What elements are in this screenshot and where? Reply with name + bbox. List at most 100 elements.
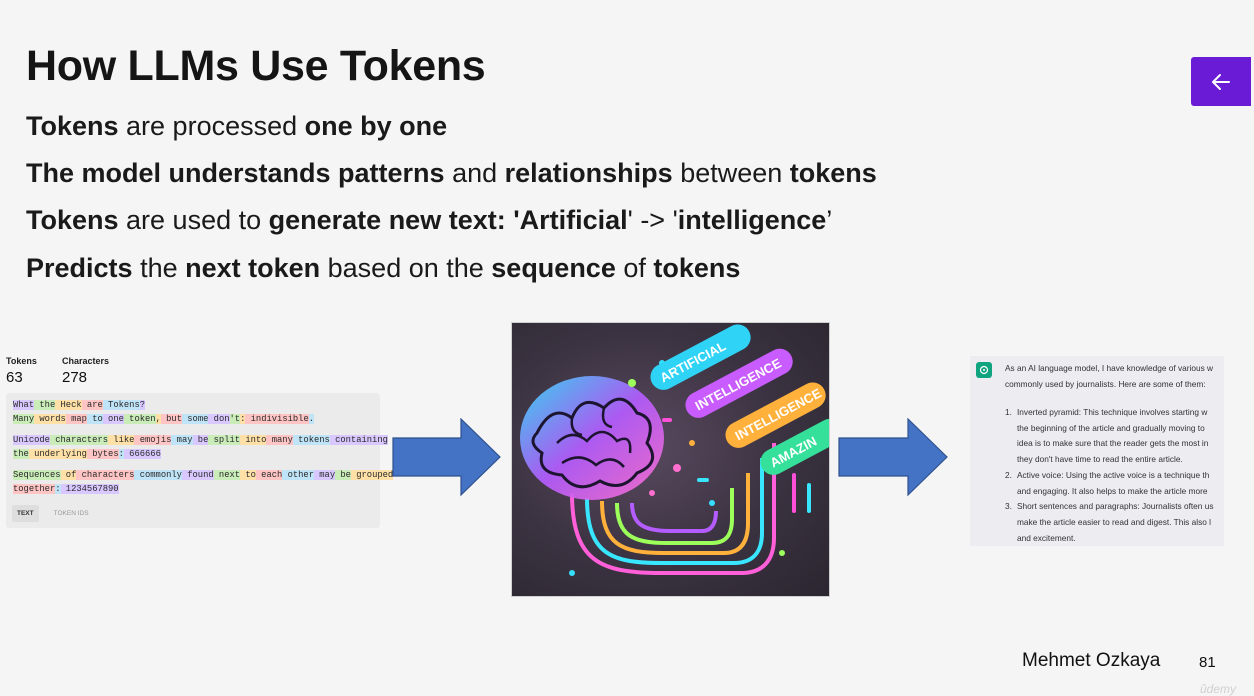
tokenized-text: What the Heck are Tokens? Many words map … [13,399,394,497]
page-number: 81 [1199,654,1216,671]
token: the [13,448,29,459]
back-button[interactable] [1191,57,1251,106]
token-line [13,461,373,469]
tokens-count: 63 [6,369,23,386]
bullet-segment: ' -> ' [627,205,678,235]
token: Unicode [13,435,50,445]
token: 't [229,413,241,424]
token: tokens [292,435,330,445]
token: next [213,470,241,480]
token-line: the underlying bytes: 666666 [13,448,373,462]
bullet-segment: one by one [304,111,448,141]
bullet-segment: Predicts [26,253,133,283]
bullet-segment: Tokens [26,205,119,235]
token: grouped [350,470,394,480]
right-arrow-2 [838,418,948,497]
bullet-segment: the [132,253,186,283]
list-number: 3. [1005,501,1012,512]
token: to [240,470,256,480]
token: like [108,435,135,445]
token: : [55,483,61,494]
arrow-left-icon [1212,73,1230,90]
list-number: 1. [1005,407,1012,417]
chat-intro-line: As an AI language model, I have knowledg… [1005,363,1214,373]
bullet-segment: between [672,158,790,188]
token: What [13,400,35,410]
token: underlying [28,448,87,459]
token: Sequences [13,470,61,480]
token: words [34,413,66,424]
token-line: Sequences of characters commonly found n… [13,469,394,483]
bullet-segment: intelligence [677,205,827,235]
list-number: 2. [1005,469,1012,480]
token: of [60,470,77,480]
token: be [192,435,209,445]
token: split [208,435,241,445]
chat-list-line: the beginning of the article and gradual… [1017,422,1205,433]
token-line: together: 1234567890 [13,483,373,497]
chat-list-line: they don't have time to read the entire … [1017,454,1183,465]
chat-intro-line: commonly used by journalists. Here are s… [1005,378,1206,389]
bullet-2: The model understands patterns and relat… [26,158,877,189]
tab-text[interactable]: TEXT [12,504,39,522]
token: . [308,413,315,424]
bullet-segment: generate new text: 'Artificial [268,205,628,235]
token: don [208,413,230,424]
token: one [102,413,124,424]
token: together [13,483,56,494]
bullet-segment: relationships [504,158,673,188]
token: Many [13,413,35,424]
bullet-segment: and [444,158,505,188]
bullet-segment: Tokens [26,111,119,141]
token-line [13,426,373,434]
list-text: Short sentences and paragraphs: Journali… [1017,501,1214,512]
bullet-segment: ’ [826,205,833,235]
list-text: Inverted pyramid: This technique involve… [1017,407,1208,417]
udemy-watermark: ûdemy [1200,682,1237,696]
bullet-segment: The model understands patterns [26,158,445,188]
token: may [313,470,336,480]
bullet-segment: are used to [118,205,269,235]
right-arrow-1 [392,418,501,497]
slide-title: How LLMs Use Tokens [26,42,486,90]
token: to [86,413,103,424]
token: ? [139,400,146,410]
token: the [34,400,56,410]
tokenized-text-panel: What the Heck are Tokens? Many words map … [6,393,394,528]
token-line: Unicode characters like emojis may be sp… [13,434,388,448]
bullet-3: Tokens are used to generate new text: 'A… [26,205,832,236]
chat-list-line: 1. Inverted pyramid: This technique invol… [1005,405,1213,421]
token: found [181,470,214,480]
ai-brain-illustration: ARTIFICIAL INTELLIGENCE INTELLIGENCE AMAZIN [511,322,830,597]
token: Tokens [102,400,140,410]
token: many [266,435,293,445]
characters-label: Characters [62,356,110,366]
bullet-segment: of [615,253,654,283]
token: may [171,435,193,445]
token: some [182,413,209,424]
list-text: Active voice: Using the active voice is … [1017,469,1210,480]
token: emojis [134,435,172,445]
bullet-segment: sequence [491,253,616,283]
token: indivisible [245,413,309,424]
token-line: Many words map to one token, but some do… [13,413,373,427]
token: bytes [86,448,119,459]
bullet-1: Tokens are processed one by one [26,111,447,142]
token: containing [329,435,388,445]
token: 666666 [123,448,161,459]
token-line: What the Heck are Tokens? [13,399,373,413]
chat-list: 1. Inverted pyramid: This technique invol… [1005,405,1213,546]
token: other [282,470,314,480]
token: 1234567890 [60,483,119,494]
token: but [160,413,182,424]
tab-token-ids[interactable]: TOKEN IDS [49,505,94,523]
chatgpt-logo-icon [976,362,992,378]
bullet-segment: are processed [118,111,305,141]
chat-list-line: and excitement. [1017,532,1076,543]
bullet-segment: next token [185,253,321,283]
chat-list-line: idea is to make sure that the reader get… [1017,438,1209,449]
token: Heck [55,400,82,410]
token: map [65,413,87,424]
token: token [123,413,156,424]
chat-list-line: and engaging. It also helps to make the … [1017,485,1208,496]
